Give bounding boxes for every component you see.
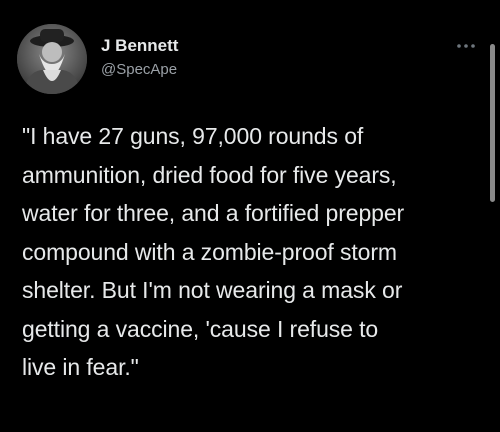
tweet-text-line: shelter. But I'm not wearing a mask or bbox=[22, 277, 403, 303]
tweet-text-line: compound with a zombie-proof storm bbox=[22, 238, 397, 265]
more-horizontal-icon[interactable] bbox=[455, 38, 477, 48]
tweet-text-line: getting a vaccine, 'cause I refuse to bbox=[22, 315, 379, 342]
tweet-text-line: water for three, and a fortified prepper bbox=[22, 200, 405, 226]
author-handle[interactable]: @SpecApe bbox=[101, 61, 177, 78]
scrollbar[interactable] bbox=[490, 44, 495, 202]
avatar[interactable] bbox=[17, 24, 87, 94]
tweet-text-line: ammunition, dried food for five years, bbox=[22, 161, 397, 188]
bearded-man-avatar-icon bbox=[17, 24, 87, 94]
tweet-text-line: live in fear." bbox=[22, 354, 139, 380]
tweet-text: "I have 27 guns, 97,000 rounds of ammuni… bbox=[22, 117, 487, 387]
tweet-text-line: "I have 27 guns, 97,000 rounds of bbox=[22, 123, 364, 149]
tweet-card: J Bennett @SpecApe "I have 27 guns, 97,0… bbox=[0, 0, 500, 432]
author-display-name[interactable]: J Bennett bbox=[101, 36, 178, 56]
